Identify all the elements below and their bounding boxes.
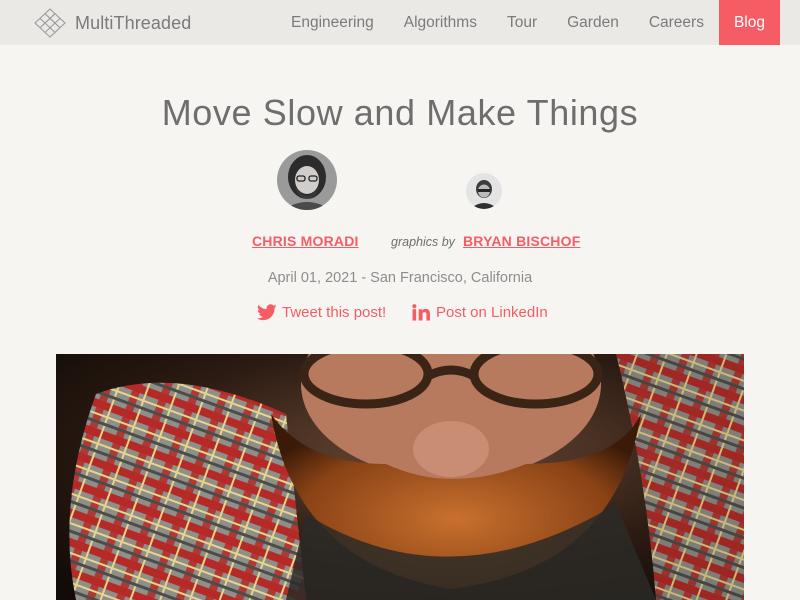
nav-item-algorithms[interactable]: Algorithms [389,0,492,45]
hero-image [56,354,744,600]
tweet-post-link[interactable]: Tweet this post! [257,304,386,321]
graphics-author-avatar[interactable] [466,173,502,209]
nav-item-engineering[interactable]: Engineering [276,0,389,45]
main-nav: Engineering Algorithms Tour Garden Caree… [276,0,780,45]
multithreaded-logo-icon [34,8,66,38]
linkedin-post-label: Post on LinkedIn [436,304,548,321]
twitter-icon [257,304,277,321]
nav-item-blog[interactable]: Blog [718,0,780,45]
brand-home-link[interactable]: MultiThreaded [34,8,191,38]
linkedin-icon [412,304,431,321]
article-dateline: April 01, 2021 - San Francisco, Californ… [267,270,533,286]
graphics-author-name-link[interactable]: BRYAN BISCHOF [463,233,580,249]
article-title: Move Slow and Make Things [161,92,639,133]
linkedin-post-link[interactable]: Post on LinkedIn [412,304,548,321]
nav-item-tour[interactable]: Tour [492,0,552,45]
tweet-post-label: Tweet this post! [282,304,387,321]
brand-name: MultiThreaded [75,12,192,33]
author-name-link[interactable]: CHRIS MORADI [252,233,359,249]
nav-item-careers[interactable]: Careers [634,0,719,45]
top-navigation-bar: MultiThreaded Engineering Algorithms Tou… [0,0,800,45]
author-avatar[interactable] [277,150,337,210]
graphics-by-label: graphics by [391,235,455,249]
nav-item-garden[interactable]: Garden [552,0,634,45]
